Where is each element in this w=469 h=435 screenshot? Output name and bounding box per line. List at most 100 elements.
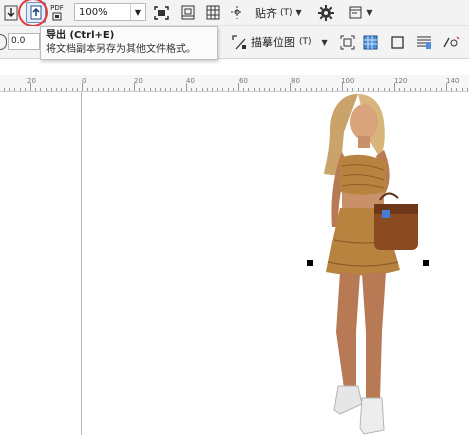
show-grid-button[interactable] — [204, 3, 222, 22]
grid-icon — [206, 5, 220, 20]
woman-photo-image[interactable] — [300, 92, 440, 435]
publish-pdf-button[interactable]: PDF — [48, 2, 66, 23]
ruler-tick — [108, 88, 109, 91]
ruler-tick — [170, 88, 172, 91]
zoom-level-select[interactable]: 100% ▼ — [74, 3, 146, 21]
show-rulers-button[interactable] — [179, 3, 197, 22]
ruler-tick — [347, 88, 349, 91]
ruler-label: 20 — [134, 77, 143, 85]
ruler-tick — [399, 88, 401, 91]
ruler-tick — [180, 88, 182, 91]
ruler-tick — [357, 88, 359, 91]
snap-to-dropdown[interactable]: 贴齐 (T) ▼ — [255, 3, 302, 22]
ruler-tick — [118, 88, 120, 91]
standard-toolbar: PDF 100% ▼ 贴齐 (T) ▼ ▼ — [0, 0, 469, 27]
ruler-tick — [258, 88, 260, 91]
offset-input[interactable]: 0.0 — [8, 33, 40, 50]
snap-label: 贴齐 — [255, 6, 277, 20]
selection-handle[interactable] — [423, 260, 429, 266]
ruler-label: 40 — [186, 77, 195, 85]
trace-bitmap-icon — [232, 34, 246, 49]
ruler-label: 120 — [394, 77, 408, 85]
ruler-tick — [394, 83, 395, 91]
ruler-tick — [420, 88, 421, 91]
ruler-tick — [316, 88, 317, 91]
ruler-tick — [113, 88, 115, 91]
ruler-tick — [368, 88, 369, 91]
options-button[interactable] — [316, 3, 335, 22]
ruler-tick — [342, 83, 343, 91]
ruler-tick — [435, 88, 437, 91]
trace-bitmap-dropdown[interactable]: 描摹位图 (T) ▼ — [232, 32, 328, 52]
ruler-tick — [66, 88, 68, 91]
edit-bitmap-button[interactable] — [337, 32, 357, 52]
zoom-level-value: 100% — [79, 6, 108, 18]
ruler-tick — [206, 88, 208, 91]
ruler-tick — [352, 88, 354, 91]
ruler-tick — [362, 88, 364, 91]
ruler-tick — [186, 83, 187, 91]
ruler-tick — [274, 88, 276, 91]
ruler-tick — [373, 88, 375, 91]
crop-bitmap-icon — [340, 35, 354, 49]
ruler-tick — [40, 88, 42, 91]
ruler-tick — [165, 88, 167, 91]
ruler-tick — [56, 88, 57, 91]
pdf-icon — [52, 12, 62, 21]
ruler-tick — [154, 88, 156, 91]
export-tooltip: 导出 (Ctrl+E) 将文档副本另存为其他文件格式。 — [40, 26, 218, 60]
bounding-box-button[interactable] — [387, 32, 407, 52]
bitmap-mask-button[interactable] — [360, 32, 380, 52]
full-screen-icon — [153, 5, 169, 20]
ruler-tick — [87, 88, 89, 91]
ruler-tick — [336, 88, 338, 91]
ruler-tick — [284, 88, 286, 91]
selection-handle[interactable] — [307, 260, 313, 266]
ruler-tick — [305, 88, 307, 91]
rulers-icon — [181, 5, 195, 20]
ruler-tick — [295, 88, 297, 91]
ruler-tick — [191, 88, 193, 91]
ruler-tick — [144, 88, 146, 91]
chevron-down-icon: ▼ — [366, 8, 373, 17]
ruler-tick — [217, 88, 219, 91]
snap-hotkey: T — [283, 7, 290, 18]
ruler-tick — [414, 88, 416, 91]
ruler-label: 100 — [341, 77, 355, 85]
ruler-tick — [160, 88, 161, 91]
ruler-tick — [279, 88, 281, 91]
ruler-tick — [92, 88, 94, 91]
ruler-tick — [409, 88, 411, 91]
ruler-tick — [404, 88, 406, 91]
ruler-tick — [253, 88, 255, 91]
ruler-tick — [128, 88, 130, 91]
ruler-tick — [97, 88, 99, 91]
ruler-tick — [456, 88, 458, 91]
quick-customize-button[interactable] — [440, 32, 462, 52]
ruler-tick — [134, 83, 135, 91]
ruler-tick — [232, 88, 234, 91]
ruler-tick — [269, 88, 271, 91]
wrap-text-button[interactable] — [414, 32, 434, 52]
ruler-tick — [446, 83, 447, 91]
ruler-tick — [222, 88, 224, 91]
show-guidelines-button[interactable] — [228, 3, 246, 22]
ruler-tick — [321, 88, 323, 91]
ruler-tick — [290, 83, 291, 91]
ruler-tick — [35, 88, 37, 91]
ruler-tick — [326, 88, 328, 91]
trace-label: 描摹位图 — [251, 36, 295, 49]
ruler-tick — [440, 88, 442, 91]
ruler-tick — [378, 88, 380, 91]
ruler-tick — [82, 83, 83, 91]
text-wrap-icon — [417, 36, 431, 49]
ruler-tick — [227, 88, 229, 91]
full-screen-button[interactable] — [152, 3, 170, 22]
bitmap-grid-icon — [363, 35, 377, 49]
app-launcher-dropdown[interactable]: ▼ — [345, 3, 377, 22]
ruler-tick — [123, 88, 125, 91]
ruler-tick — [238, 83, 239, 91]
ruler-tick — [30, 83, 31, 91]
horizontal-ruler[interactable]: 20 0 20 40 60 80 100 120 140 — [0, 75, 469, 92]
ruler-label: 80 — [291, 77, 300, 85]
